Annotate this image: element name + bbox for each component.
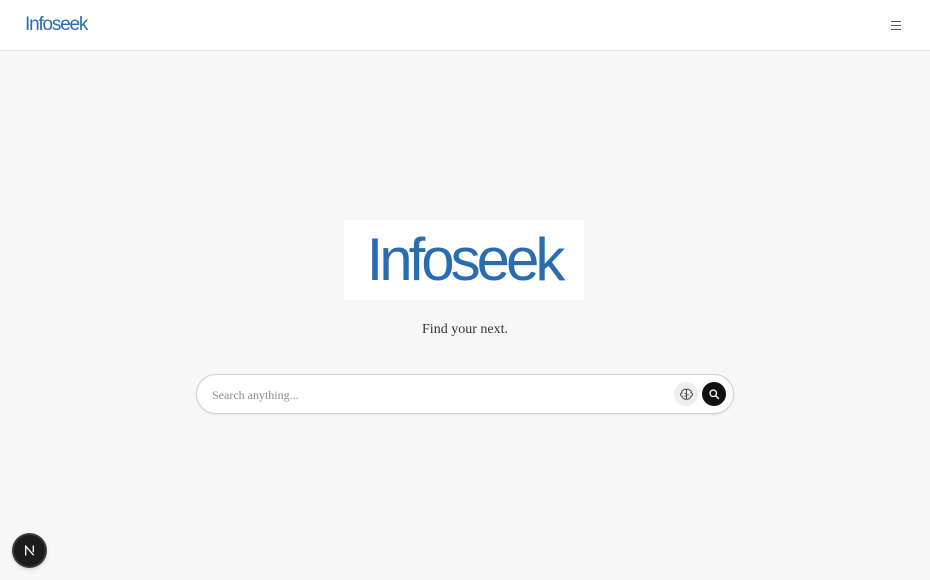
- search-bar: [196, 374, 734, 414]
- menu-button[interactable]: [886, 16, 906, 34]
- ai-brain-icon: [679, 388, 693, 400]
- hero-logo-text: Infoseek: [366, 226, 566, 293]
- hero-logo: Infoseek: [344, 220, 584, 300]
- tagline: Find your next.: [422, 322, 508, 337]
- ai-button[interactable]: [674, 382, 698, 406]
- header-logo[interactable]: Infoseek: [25, 13, 88, 37]
- search-button[interactable]: [702, 382, 726, 406]
- search-icon: [709, 389, 720, 400]
- n-logo-icon: [24, 545, 35, 556]
- hamburger-menu-icon: [891, 20, 901, 30]
- top-header: Infoseek: [0, 0, 930, 51]
- dev-tools-badge[interactable]: N: [14, 535, 45, 566]
- search-input[interactable]: [210, 384, 664, 406]
